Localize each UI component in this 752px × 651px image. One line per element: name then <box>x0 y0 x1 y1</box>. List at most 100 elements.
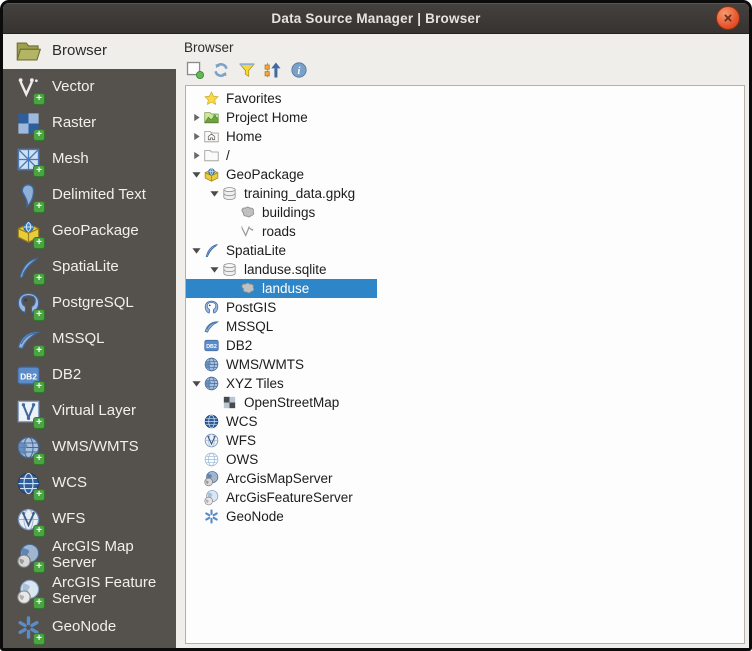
sidebar-item-db2[interactable]: DB2+ DB2 <box>3 357 176 393</box>
tree-item-label: DB2 <box>226 338 252 353</box>
add-plus-badge-icon: + <box>33 381 45 393</box>
sidebar-item-wms-wmts[interactable]: + WMS/WMTS <box>3 429 176 465</box>
tree-item-wfs[interactable]: WFS <box>186 431 744 450</box>
svg-text:DB2: DB2 <box>206 344 217 350</box>
sidebar-item-label: Raster <box>52 115 96 131</box>
sidebar-item-wfs[interactable]: +WFS <box>3 501 176 537</box>
add-plus-badge-icon: + <box>33 561 45 573</box>
sidebar-item-label: WCS <box>52 475 87 491</box>
tree-item-geonode[interactable]: GeoNode <box>186 507 744 526</box>
sidebar-item-delimited-text[interactable]: +Delimited Text <box>3 177 176 213</box>
add-plus-badge-icon: + <box>33 453 45 465</box>
tree-item-project-home[interactable]: Project Home <box>186 108 744 127</box>
sidebar-item-label: WMS/WMTS <box>52 439 139 455</box>
arcgis-map-server-icon <box>203 470 220 487</box>
tree-item-arcgisfeatureserver[interactable]: ArcGisFeatureServer <box>186 488 744 507</box>
spatialite-icon <box>203 242 220 259</box>
window-body: Browser+Vector+Raster+Mesh+Delimited Tex… <box>3 34 749 648</box>
db2-icon: DB2+ <box>15 362 42 389</box>
add-selected-layers-button[interactable] <box>184 59 206 81</box>
geonode-icon <box>203 508 220 525</box>
sidebar-item-arcgis-map-server[interactable]: + ArcGIS Map Server <box>3 537 176 573</box>
tree-item-buildings[interactable]: buildings <box>186 203 744 222</box>
tree-item-landuse-sqlite[interactable]: landuse.sqlite <box>186 260 744 279</box>
tree-item-label: buildings <box>262 205 315 220</box>
arrow-expanded-icon[interactable] <box>189 245 203 257</box>
mssql-icon <box>203 318 220 335</box>
sidebar-item-postgresql[interactable]: +PostgreSQL <box>3 285 176 321</box>
tree-item-favorites[interactable]: Favorites <box>186 89 744 108</box>
titlebar[interactable]: Data Source Manager | Browser <box>3 3 749 34</box>
polygon-layer-icon <box>239 280 256 297</box>
arrow-spacer <box>189 321 203 333</box>
tree-item-arcgismapserver[interactable]: ArcGisMapServer <box>186 469 744 488</box>
tree-item-label: / <box>226 148 230 163</box>
tree-item-mssql[interactable]: MSSQL <box>186 317 744 336</box>
sidebar-item-label: GeoNode <box>52 619 116 635</box>
add-plus-badge-icon: + <box>33 345 45 357</box>
tree-item-label: landuse <box>262 281 309 296</box>
tree-item-ows[interactable]: OWS <box>186 450 744 469</box>
home-folder-icon <box>203 128 220 145</box>
tree-item-landuse[interactable]: landuse <box>186 279 744 298</box>
mesh-icon: + <box>15 146 42 173</box>
sidebar-item-mesh[interactable]: +Mesh <box>3 141 176 177</box>
sidebar-item-virtual-layer[interactable]: +Virtual Layer <box>3 393 176 429</box>
add-plus-badge-icon: + <box>33 417 45 429</box>
tree-item-postgis[interactable]: PostGIS <box>186 298 744 317</box>
wfs-icon: + <box>15 506 42 533</box>
osm-tile-icon <box>221 394 238 411</box>
arrow-collapsed-icon[interactable] <box>189 131 203 143</box>
tree-item-db2[interactable]: DB2 DB2 <box>186 336 744 355</box>
delimited-text-icon: + <box>15 182 42 209</box>
sidebar-item-spatialite[interactable]: +SpatiaLite <box>3 249 176 285</box>
sidebar-item-mssql[interactable]: +MSSQL <box>3 321 176 357</box>
properties-button[interactable]: i <box>288 59 310 81</box>
tree-item-spatialite[interactable]: SpatiaLite <box>186 241 744 260</box>
arrow-expanded-icon[interactable] <box>207 188 221 200</box>
arrow-collapsed-icon[interactable] <box>189 150 203 162</box>
tree-item-home[interactable]: Home <box>186 127 744 146</box>
wcs-icon <box>203 413 220 430</box>
tree-item-roads[interactable]: roads <box>186 222 744 241</box>
tree-item-training-data-gpkg[interactable]: training_data.gpkg <box>186 184 744 203</box>
tree-item-geopackage[interactable]: GeoPackage <box>186 165 744 184</box>
sidebar: Browser+Vector+Raster+Mesh+Delimited Tex… <box>3 34 176 648</box>
arrow-spacer <box>225 207 239 219</box>
tree-item-label: OWS <box>226 452 258 467</box>
close-button[interactable] <box>716 6 740 30</box>
tree-item-openstreetmap[interactable]: OpenStreetMap <box>186 393 744 412</box>
arrow-spacer <box>189 416 203 428</box>
arrow-expanded-icon[interactable] <box>189 378 203 390</box>
tree-item-label: SpatiaLite <box>226 243 286 258</box>
sidebar-item-raster[interactable]: +Raster <box>3 105 176 141</box>
tree-item-wcs[interactable]: WCS <box>186 412 744 431</box>
add-plus-badge-icon: + <box>33 489 45 501</box>
sidebar-item-vector[interactable]: +Vector <box>3 69 176 105</box>
sidebar-item-wcs[interactable]: + WCS <box>3 465 176 501</box>
tree-item-label: MSSQL <box>226 319 273 334</box>
arrow-collapsed-icon[interactable] <box>189 112 203 124</box>
arcgis-feature-server-icon <box>203 489 220 506</box>
add-plus-badge-icon: + <box>33 633 45 645</box>
filter-browser-button[interactable] <box>236 59 258 81</box>
sidebar-item-label: ArcGIS Map Server <box>52 539 173 571</box>
tree-item-wms-wmts[interactable]: WMS/WMTS <box>186 355 744 374</box>
tree-item-xyz-tiles[interactable]: XYZ Tiles <box>186 374 744 393</box>
arrow-expanded-icon[interactable] <box>189 169 203 181</box>
sidebar-item-geonode[interactable]: + GeoNode <box>3 609 176 645</box>
sidebar-item-geopackage[interactable]: +GeoPackage <box>3 213 176 249</box>
browser-toolbar: i <box>184 59 745 81</box>
tree-item-root[interactable]: / <box>186 146 744 165</box>
refresh-button[interactable] <box>210 59 232 81</box>
polygon-layer-icon <box>239 204 256 221</box>
arrow-spacer <box>225 226 239 238</box>
collapse-all-button[interactable] <box>262 59 284 81</box>
sidebar-item-arcgis-feature-server[interactable]: +ArcGIS Feature Server <box>3 573 176 609</box>
arrow-expanded-icon[interactable] <box>207 264 221 276</box>
sidebar-item-browser[interactable]: Browser <box>3 34 176 69</box>
postgresql-icon: + <box>15 290 42 317</box>
sidebar-item-label: DB2 <box>52 367 81 383</box>
sidebar-item-label: Browser <box>52 43 107 59</box>
favorites-star-icon <box>203 90 220 107</box>
